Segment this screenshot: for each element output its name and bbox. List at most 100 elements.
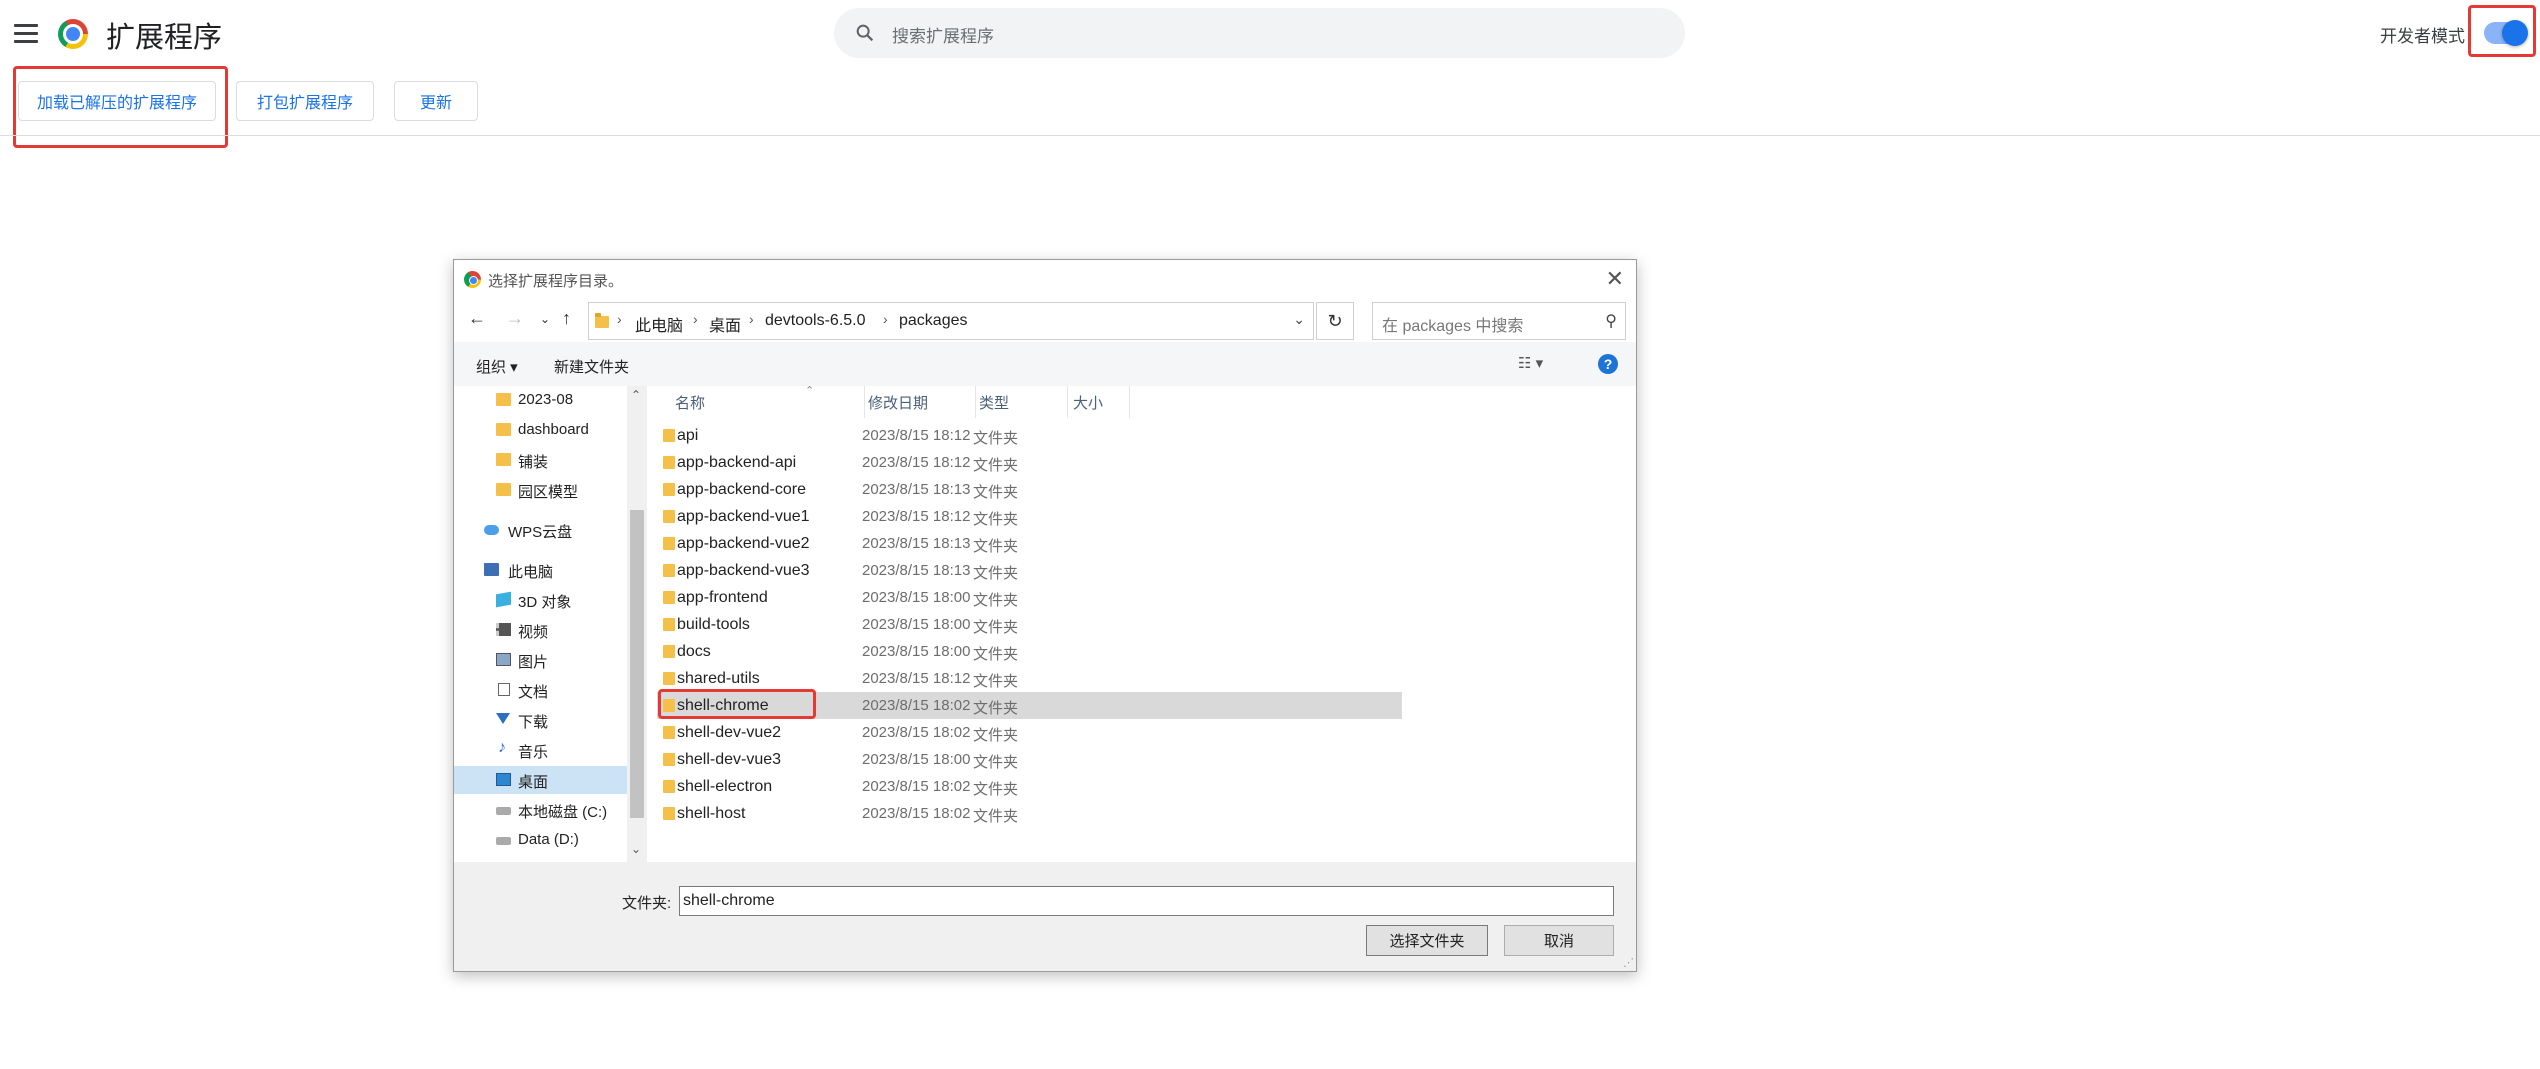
file-type: 文件夹: [973, 781, 1019, 798]
nav-item-3d-objects[interactable]: 3D 对象: [454, 586, 627, 614]
nav-item-local-disk-c[interactable]: 本地磁盘 (C:): [454, 796, 627, 824]
file-row-app-backend-vue1[interactable]: app-backend-vue1 2023/8/15 18:12 文件夹: [657, 503, 1402, 530]
breadcrumb-this-pc[interactable]: 此电脑: [635, 312, 683, 336]
file-name: api: [677, 427, 699, 444]
close-icon[interactable]: ✕: [1606, 266, 1624, 292]
folder-icon: [496, 423, 511, 436]
header-bar: 扩展程序 搜索扩展程序 开发者模式: [0, 0, 2540, 68]
nav-item-music[interactable]: ♪ 音乐: [454, 736, 627, 764]
scroll-thumb[interactable]: [630, 510, 644, 818]
chevron-right-icon: ›: [693, 311, 698, 327]
nav-item-wps-cloud[interactable]: WPS云盘: [454, 516, 627, 544]
back-arrow-icon[interactable]: ←: [468, 308, 486, 329]
computer-icon: [484, 563, 499, 576]
folder-icon: [663, 780, 675, 793]
nav-item-park-model[interactable]: 园区模型: [454, 476, 627, 504]
forward-arrow-icon[interactable]: →: [506, 308, 524, 329]
chevron-down-icon[interactable]: ⌄: [1293, 311, 1305, 328]
documents-icon: [498, 683, 510, 696]
nav-item-videos[interactable]: 视频: [454, 616, 627, 644]
search-placeholder: 搜索扩展程序: [892, 27, 994, 47]
select-folder-button[interactable]: 选择文件夹: [1366, 925, 1488, 956]
file-name: docs: [677, 643, 711, 660]
column-divider: [864, 386, 865, 418]
file-modified: 2023/8/15 18:00: [862, 643, 971, 660]
menu-icon[interactable]: [14, 24, 38, 44]
pack-extension-button[interactable]: 打包扩展程序: [236, 81, 374, 121]
resize-grip-icon[interactable]: ⋰: [1623, 956, 1634, 969]
file-name: shell-chrome: [677, 697, 769, 714]
breadcrumb-devtools[interactable]: devtools-6.5.0: [765, 312, 866, 330]
breadcrumb-desktop[interactable]: 桌面: [709, 312, 741, 336]
file-row-app-backend-vue3[interactable]: app-backend-vue3 2023/8/15 18:13 文件夹: [657, 557, 1402, 584]
nav-item-2023-08[interactable]: 2023-08: [454, 386, 627, 414]
column-header-name[interactable]: 名称: [675, 392, 705, 413]
nav-item-data-d[interactable]: Data (D:): [454, 826, 627, 854]
organize-menu[interactable]: 组织 ▾: [476, 356, 518, 377]
toggle-knob: [2502, 20, 2528, 46]
folder-icon: [663, 753, 675, 766]
nav-item-dashboard[interactable]: dashboard: [454, 416, 627, 444]
sort-ascending-icon: ⌃: [805, 385, 815, 397]
file-row-shell-host[interactable]: shell-host 2023/8/15 18:02 文件夹: [657, 800, 1402, 827]
new-folder-button[interactable]: 新建文件夹: [554, 356, 629, 377]
file-type: 文件夹: [973, 484, 1019, 501]
dialog-titlebar: 选择扩展程序目录。 ✕: [454, 260, 1636, 298]
address-bar[interactable]: › 此电脑 › 桌面 › devtools-6.5.0 › packages ⌄: [588, 302, 1314, 340]
scroll-down-icon[interactable]: ⌄: [631, 842, 641, 856]
file-row-build-tools[interactable]: build-tools 2023/8/15 18:00 文件夹: [657, 611, 1402, 638]
nav-scrollbar[interactable]: ⌃ ⌄: [627, 386, 647, 862]
folder-icon: [663, 537, 675, 550]
column-header-size[interactable]: 大小: [1073, 392, 1103, 413]
file-type: 文件夹: [973, 754, 1019, 771]
nav-item-this-pc[interactable]: 此电脑: [454, 556, 627, 584]
file-row-shared-utils[interactable]: shared-utils 2023/8/15 18:12 文件夹: [657, 665, 1402, 692]
breadcrumb-packages[interactable]: packages: [899, 312, 968, 330]
file-row-shell-electron[interactable]: shell-electron 2023/8/15 18:02 文件夹: [657, 773, 1402, 800]
file-modified: 2023/8/15 18:00: [862, 589, 971, 606]
nav-item-desktop[interactable]: 桌面: [454, 766, 627, 794]
file-modified: 2023/8/15 18:00: [862, 616, 971, 633]
file-row-docs[interactable]: docs 2023/8/15 18:00 文件夹: [657, 638, 1402, 665]
file-name: shell-dev-vue2: [677, 724, 782, 741]
cancel-button[interactable]: 取消: [1504, 925, 1614, 956]
up-arrow-icon[interactable]: ↑: [562, 308, 571, 329]
file-row-app-backend-vue2[interactable]: app-backend-vue2 2023/8/15 18:13 文件夹: [657, 530, 1402, 557]
scroll-up-icon[interactable]: ⌃: [631, 388, 641, 402]
file-row-api[interactable]: api 2023/8/15 18:12 文件夹: [657, 422, 1402, 449]
load-unpacked-button[interactable]: 加载已解压的扩展程序: [18, 81, 216, 121]
file-row-shell-chrome[interactable]: shell-chrome 2023/8/15 18:02 文件夹: [657, 692, 1402, 719]
video-icon: [496, 623, 511, 636]
file-type: 文件夹: [973, 727, 1019, 744]
folder-icon: [663, 699, 675, 712]
help-icon[interactable]: ?: [1598, 354, 1618, 374]
file-type: 文件夹: [973, 538, 1019, 555]
view-options-icon[interactable]: ☷ ▾: [1518, 354, 1543, 372]
nav-item-paving[interactable]: 铺装: [454, 446, 627, 474]
recent-dropdown-icon[interactable]: ⌄: [540, 312, 550, 326]
file-type: 文件夹: [973, 565, 1019, 582]
column-header-type[interactable]: 类型: [979, 392, 1009, 413]
refresh-icon[interactable]: ↻: [1316, 302, 1354, 340]
search-input[interactable]: 搜索扩展程序: [834, 8, 1685, 58]
file-modified: 2023/8/15 18:12: [862, 508, 971, 525]
file-modified: 2023/8/15 18:00: [862, 751, 971, 768]
folder-name-input[interactable]: [679, 886, 1614, 916]
nav-item-documents[interactable]: 文档: [454, 676, 627, 704]
file-row-app-backend-api[interactable]: app-backend-api 2023/8/15 18:12 文件夹: [657, 449, 1402, 476]
nav-item-downloads[interactable]: 下载: [454, 706, 627, 734]
file-modified: 2023/8/15 18:12: [862, 454, 971, 471]
page-title: 扩展程序: [106, 20, 223, 54]
file-type: 文件夹: [973, 592, 1019, 609]
file-row-app-backend-core[interactable]: app-backend-core 2023/8/15 18:13 文件夹: [657, 476, 1402, 503]
column-header-modified[interactable]: 修改日期: [868, 392, 928, 413]
file-row-shell-dev-vue2[interactable]: shell-dev-vue2 2023/8/15 18:02 文件夹: [657, 719, 1402, 746]
nav-item-pictures[interactable]: 图片: [454, 646, 627, 674]
update-button[interactable]: 更新: [394, 81, 478, 121]
developer-mode-toggle[interactable]: [2484, 20, 2528, 46]
folder-icon: [663, 456, 675, 469]
file-row-app-frontend[interactable]: app-frontend 2023/8/15 18:00 文件夹: [657, 584, 1402, 611]
file-row-shell-dev-vue3[interactable]: shell-dev-vue3 2023/8/15 18:00 文件夹: [657, 746, 1402, 773]
file-type: 文件夹: [973, 457, 1019, 474]
folder-search-input[interactable]: 在 packages 中搜索 ⚲: [1372, 302, 1626, 340]
